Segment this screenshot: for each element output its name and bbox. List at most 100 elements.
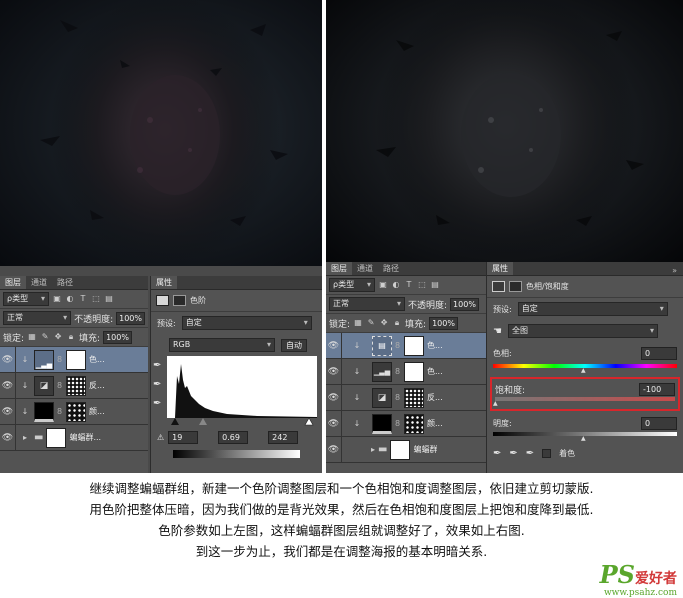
layer-row-levels[interactable]: 👁︎ ↓ ▁▃▅ 8 色... xyxy=(326,359,486,385)
layer-name[interactable]: 蝙蝠群... xyxy=(69,432,101,443)
colorize-label[interactable]: 着色 xyxy=(559,448,575,459)
expand-arrow-icon[interactable]: ▸ xyxy=(345,445,375,454)
mask-icon[interactable] xyxy=(173,295,186,306)
blend-mode-select[interactable]: 正常 xyxy=(3,311,72,325)
hand-adjust-icon[interactable]: ☚ xyxy=(493,326,502,337)
pixel-filter-icon[interactable]: ▣ xyxy=(378,280,388,290)
blend-mode-select[interactable]: 正常 xyxy=(329,297,405,311)
panel-collapse-icon[interactable]: » xyxy=(672,266,683,275)
range-select[interactable]: 全图 xyxy=(507,324,658,338)
tab-paths[interactable]: 路径 xyxy=(52,276,78,289)
visibility-eye-icon[interactable]: 👁︎ xyxy=(326,333,342,358)
white-point-slider[interactable] xyxy=(304,418,314,426)
layer-row-bat-group[interactable]: 👁︎ ▸ ▬ 蝙蝠群... xyxy=(0,425,148,451)
black-point-slider[interactable] xyxy=(171,418,179,425)
layer-name[interactable]: 反... xyxy=(89,380,105,391)
layer-row-invert[interactable]: 👁︎ ↓ ◪ 8 反... xyxy=(0,373,148,399)
tab-channels[interactable]: 通道 xyxy=(26,276,52,289)
tab-properties[interactable]: 属性 xyxy=(487,262,513,275)
fill-input[interactable]: 100% xyxy=(103,330,132,344)
layer-row-bat-group[interactable]: 👁︎ ▸ ▬ 蝙蝠群 xyxy=(326,437,486,463)
saturation-slider[interactable]: ▲ xyxy=(493,400,675,407)
layer-row-levels[interactable]: 👁︎ ↓ ▁▃▅ 8 色... xyxy=(0,347,148,373)
layer-mask-thumbnail[interactable] xyxy=(66,401,86,422)
lock-transparent-icon[interactable]: ▦ xyxy=(353,318,363,328)
hue-slider[interactable]: ▲ xyxy=(493,367,677,374)
lightness-slider-thumb[interactable]: ▲ xyxy=(581,435,586,442)
eyedropper-icon[interactable]: ✒ xyxy=(493,448,501,459)
input-level-sliders[interactable] xyxy=(167,418,317,426)
channel-select[interactable]: RGB xyxy=(169,338,275,352)
layer-name[interactable]: 蝙蝠群 xyxy=(413,444,437,455)
input-white-field[interactable]: 242 xyxy=(268,430,299,444)
opacity-input[interactable]: 100% xyxy=(450,297,479,311)
layer-row-invert[interactable]: 👁︎ ↓ ◪ 8 反... xyxy=(326,385,486,411)
layer-filter-select[interactable]: ρ类型 xyxy=(3,292,49,306)
layer-mask-thumbnail[interactable] xyxy=(46,427,67,448)
layer-mask-thumbnail[interactable] xyxy=(390,439,411,460)
saturation-slider-thumb[interactable]: ▲ xyxy=(493,400,498,407)
layer-row-color-fill[interactable]: 👁︎ ↓ 8 颜... xyxy=(0,399,148,425)
adjustment-filter-icon[interactable]: ◐ xyxy=(391,280,401,290)
pixel-filter-icon[interactable]: ▣ xyxy=(52,294,62,304)
fill-input[interactable]: 100% xyxy=(429,316,458,330)
visibility-eye-icon[interactable]: 👁︎ xyxy=(326,385,342,410)
lightness-field[interactable]: 0 xyxy=(641,416,677,430)
lock-transparent-icon[interactable]: ▦ xyxy=(27,332,37,342)
visibility-eye-icon[interactable]: 👁︎ xyxy=(326,411,342,436)
colorize-checkbox[interactable] xyxy=(542,448,552,458)
input-black-field[interactable]: 19 xyxy=(168,430,199,444)
tab-channels[interactable]: 通道 xyxy=(352,262,378,275)
layer-mask-thumbnail[interactable] xyxy=(404,387,424,408)
opacity-input[interactable]: 100% xyxy=(116,311,145,325)
lock-paint-icon[interactable]: ✎ xyxy=(40,332,50,342)
layer-name[interactable]: 色... xyxy=(89,354,105,365)
white-eyedropper-icon[interactable]: ✒ xyxy=(153,398,165,409)
layer-mask-thumbnail[interactable] xyxy=(404,335,424,356)
smart-filter-icon[interactable]: ▤ xyxy=(104,294,114,304)
auto-button[interactable]: 自动 xyxy=(281,338,307,352)
hue-slider-thumb[interactable]: ▲ xyxy=(581,367,586,374)
expand-arrow-icon[interactable]: ▸ xyxy=(19,433,31,442)
tab-paths[interactable]: 路径 xyxy=(378,262,404,275)
visibility-eye-icon[interactable]: 👁︎ xyxy=(0,347,16,372)
lock-move-icon[interactable]: ✥ xyxy=(379,318,389,328)
visibility-eye-icon[interactable]: 👁︎ xyxy=(0,399,16,424)
layer-mask-thumbnail[interactable] xyxy=(66,375,86,396)
adjustment-filter-icon[interactable]: ◐ xyxy=(65,294,75,304)
tab-properties[interactable]: 属性 xyxy=(151,276,177,289)
tab-layers[interactable]: 图层 xyxy=(0,276,26,289)
shape-filter-icon[interactable]: ⬚ xyxy=(417,280,427,290)
lock-paint-icon[interactable]: ✎ xyxy=(366,318,376,328)
visibility-eye-icon[interactable]: 👁︎ xyxy=(326,437,342,462)
layer-mask-thumbnail[interactable] xyxy=(404,413,424,434)
smart-filter-icon[interactable]: ▤ xyxy=(430,280,440,290)
type-filter-icon[interactable]: T xyxy=(404,280,414,290)
saturation-field[interactable]: -100 xyxy=(639,382,675,396)
add-eyedropper-icon[interactable]: ✒ xyxy=(509,448,517,459)
layer-name[interactable]: 色... xyxy=(427,366,443,377)
gamma-slider[interactable] xyxy=(199,418,207,425)
type-filter-icon[interactable]: T xyxy=(78,294,88,304)
visibility-eye-icon[interactable]: 👁︎ xyxy=(0,373,16,398)
lock-all-icon[interactable]: 🔒︎ xyxy=(66,332,76,342)
lock-all-icon[interactable]: 🔒︎ xyxy=(392,318,402,328)
layer-name[interactable]: 颜... xyxy=(427,418,443,429)
gray-eyedropper-icon[interactable]: ✒ xyxy=(153,379,165,390)
visibility-eye-icon[interactable]: 👁︎ xyxy=(326,359,342,384)
layer-row-color-fill[interactable]: 👁︎ ↓ 8 颜... xyxy=(326,411,486,437)
lock-move-icon[interactable]: ✥ xyxy=(53,332,63,342)
layer-row-hue-saturation[interactable]: 👁︎ ↓ ▤ 8 色... xyxy=(326,333,486,359)
layer-name[interactable]: 颜... xyxy=(89,406,105,417)
layer-filter-select[interactable]: ρ类型 xyxy=(329,278,375,292)
tab-layers[interactable]: 图层 xyxy=(326,262,352,275)
lightness-slider[interactable]: ▲ xyxy=(493,435,677,442)
shape-filter-icon[interactable]: ⬚ xyxy=(91,294,101,304)
input-gamma-field[interactable]: 0.69 xyxy=(218,430,249,444)
layer-mask-thumbnail[interactable] xyxy=(66,349,86,370)
layer-mask-thumbnail[interactable] xyxy=(404,361,424,382)
visibility-eye-icon[interactable]: 👁︎ xyxy=(0,425,16,450)
layer-name[interactable]: 反... xyxy=(427,392,443,403)
layer-name[interactable]: 色... xyxy=(427,340,443,351)
subtract-eyedropper-icon[interactable]: ✒ xyxy=(526,448,534,459)
